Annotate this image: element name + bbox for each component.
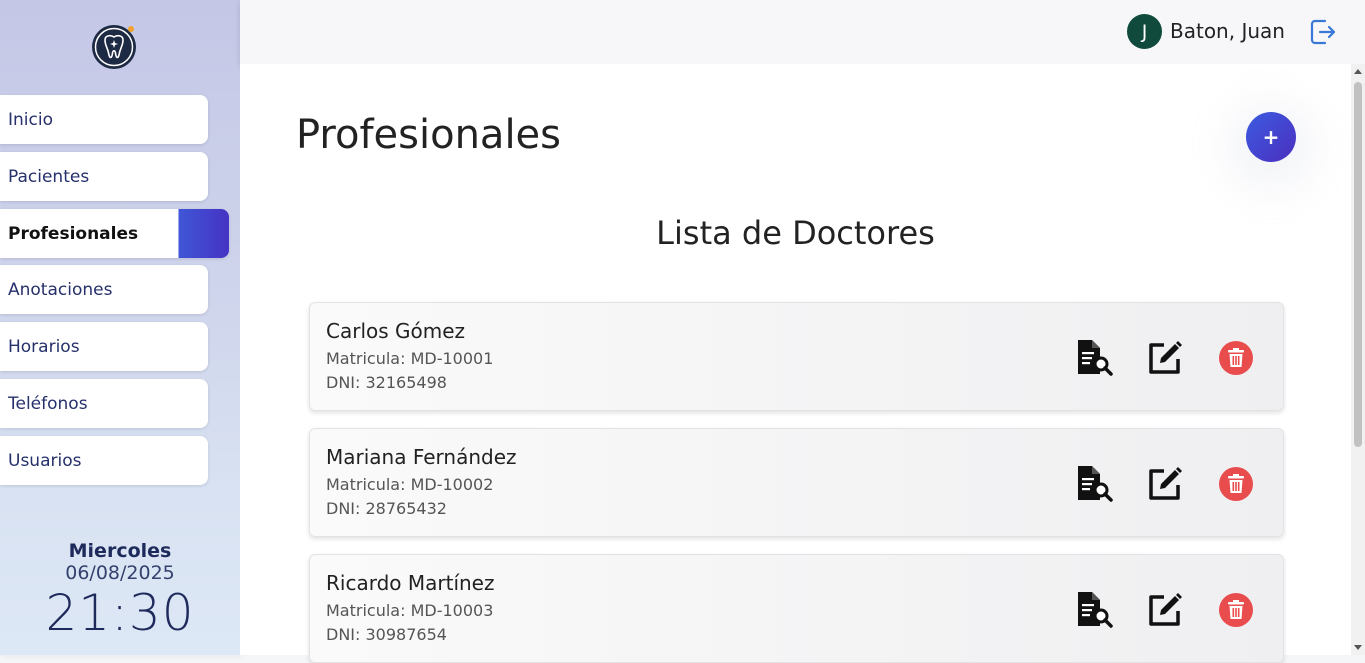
logout-icon[interactable] [1308,17,1338,47]
doctor-name: Carlos Gómez [326,319,466,343]
sidebar-item-anotaciones[interactable]: Anotaciones [0,265,208,314]
doctor-name: Mariana Fernández [326,445,517,469]
sidebar-item-label: Teléfonos [8,393,88,414]
sidebar-item-label: Horarios [8,336,80,357]
sidebar-item-pacientes[interactable]: Pacientes [0,152,208,201]
view-document-icon[interactable] [1076,465,1114,503]
dental-logo-icon[interactable] [91,24,137,70]
edit-icon[interactable] [1146,339,1184,377]
sidebar-item-label: Usuarios [8,450,82,471]
sidebar-item-inicio[interactable]: Inicio [0,95,208,144]
date-label: 06/08/2025 [65,562,175,584]
view-document-icon[interactable] [1076,339,1114,377]
scrollbar-thumb[interactable] [1354,82,1362,447]
doctor-name: Ricardo Martínez [326,571,495,595]
main-content: Profesionales + Lista de Doctores Carlos… [240,64,1351,663]
sidebar-item-horarios[interactable]: Horarios [0,322,208,371]
delete-icon[interactable] [1218,340,1254,376]
sidebar-item-profesionales[interactable]: Profesionales [0,209,229,258]
clock-panel: Miercoles 06/08/2025 21:30 [0,540,240,642]
sidebar-item-usuarios[interactable]: Usuarios [0,436,208,485]
scroll-up-arrow-icon[interactable] [1354,69,1362,74]
edit-icon[interactable] [1146,465,1184,503]
doctor-card: Mariana Fernández Matricula: MD-10002 DN… [309,428,1284,537]
doctor-card: Ricardo Martínez Matricula: MD-10003 DNI… [309,554,1284,663]
add-doctor-button[interactable]: + [1246,112,1296,162]
doctor-matricula: Matricula: MD-10002 [326,475,494,494]
doctor-matricula: Matricula: MD-10001 [326,349,494,368]
time-label: 21:30 [45,584,195,642]
delete-icon[interactable] [1218,592,1254,628]
weekday-label: Miercoles [68,540,172,562]
user-name: Baton, Juan [1170,19,1285,43]
avatar[interactable]: J [1127,14,1162,49]
sidebar: Inicio Pacientes Profesionales Anotacion… [0,0,240,655]
sidebar-item-label: Anotaciones [8,279,113,300]
doctor-dni: DNI: 32165498 [326,373,447,392]
sidebar-item-label: Profesionales [8,223,139,244]
view-document-icon[interactable] [1076,591,1114,629]
doctor-dni: DNI: 30987654 [326,625,447,644]
doctor-dni: DNI: 28765432 [326,499,447,518]
top-bar: J Baton, Juan [240,0,1365,64]
sidebar-item-label: Pacientes [8,166,90,187]
edit-icon[interactable] [1146,591,1184,629]
list-title: Lista de Doctores [656,214,935,252]
sidebar-item-telefonos[interactable]: Teléfonos [0,379,208,428]
doctor-card: Carlos Gómez Matricula: MD-10001 DNI: 32… [309,302,1284,411]
page-title: Profesionales [296,112,561,158]
scroll-down-arrow-icon[interactable] [1354,645,1362,650]
sidebar-item-label: Inicio [8,109,53,130]
doctor-matricula: Matricula: MD-10003 [326,601,494,620]
delete-icon[interactable] [1218,466,1254,502]
vertical-scrollbar[interactable] [1351,64,1365,655]
